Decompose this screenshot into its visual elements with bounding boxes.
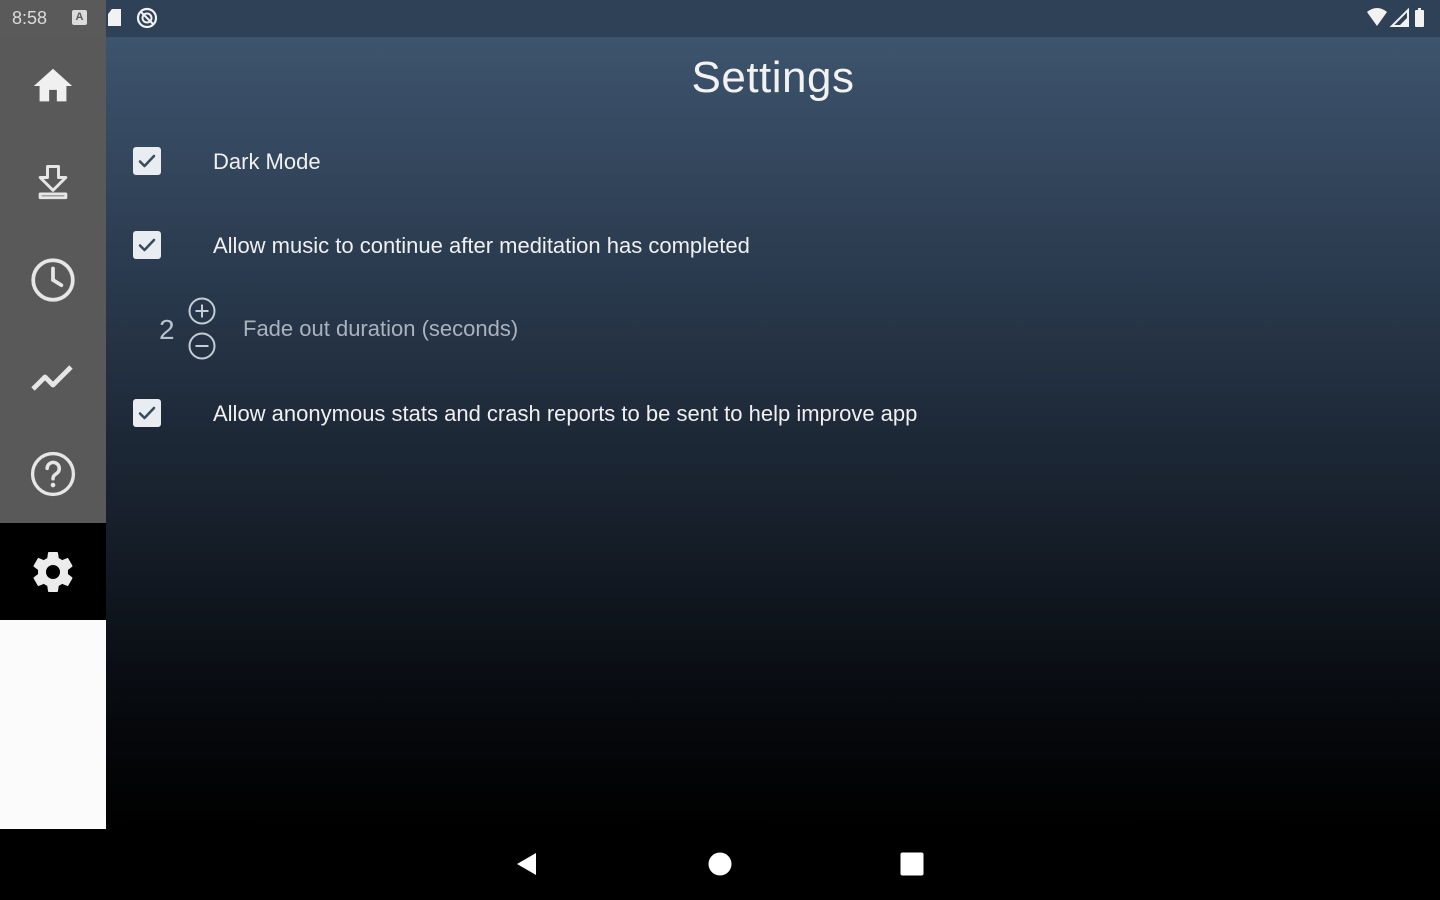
recents-icon	[900, 852, 924, 876]
decrement-button[interactable]	[187, 331, 217, 361]
home-button[interactable]	[705, 849, 735, 879]
setting-row-continue-music: Allow music to continue after meditation…	[106, 223, 1440, 267]
fade-out-value: 2	[159, 314, 175, 345]
signal-icon	[1389, 7, 1409, 27]
fade-out-label: Fade out duration (seconds)	[243, 316, 519, 341]
sidebar-item-home[interactable]	[0, 37, 106, 134]
checkmark-icon	[138, 406, 156, 420]
sidebar-item-stats[interactable]	[0, 328, 106, 425]
checkmark-icon	[138, 154, 156, 168]
clock-icon	[31, 257, 75, 302]
dark-mode-checkbox[interactable]	[133, 147, 161, 175]
dark-mode-label: Dark Mode	[213, 149, 321, 174]
checkmark-icon	[138, 238, 156, 252]
back-icon	[517, 853, 536, 875]
plus-circle-icon	[188, 297, 216, 325]
gear-icon	[33, 551, 73, 592]
data-saver-icon	[136, 7, 158, 34]
status-time: 8:58	[12, 8, 48, 28]
home-icon	[33, 68, 73, 101]
system-nav-bar	[0, 829, 1440, 900]
minus-circle-icon	[188, 332, 216, 360]
increment-button[interactable]	[187, 296, 217, 326]
page-title: Settings	[691, 53, 855, 102]
status-bar-right	[1366, 7, 1430, 34]
app-screen: 8:58 A Settings Dark Mode Allow music to…	[0, 0, 1440, 900]
battery-icon	[1415, 8, 1424, 27]
recents-button[interactable]	[897, 849, 927, 879]
sidebar-item-help[interactable]	[0, 425, 106, 522]
sidebar-item-timer[interactable]	[0, 231, 106, 328]
wifi-icon	[1367, 8, 1387, 26]
sidebar-item-downloads[interactable]	[0, 134, 106, 231]
setting-row-anonymous-stats: Allow anonymous stats and crash reports …	[106, 391, 1440, 435]
home-circle-icon	[708, 852, 732, 876]
notification-a-icon: A	[72, 10, 87, 25]
anonymous-stats-checkbox[interactable]	[133, 399, 161, 427]
help-icon	[30, 451, 76, 496]
trending-up-icon	[31, 364, 73, 391]
sd-card-icon	[108, 9, 121, 26]
sidebar-empty-area	[0, 620, 106, 829]
settings-panel: Settings Dark Mode Allow music to contin…	[106, 37, 1440, 829]
status-bar-left: 8:58 A	[0, 0, 106, 37]
sidebar	[0, 37, 106, 523]
status-bar: 8:58 A	[0, 0, 1440, 37]
sidebar-item-settings[interactable]	[0, 523, 106, 620]
continue-music-checkbox[interactable]	[133, 231, 161, 259]
setting-row-dark-mode: Dark Mode	[106, 139, 1440, 183]
anonymous-stats-label: Allow anonymous stats and crash reports …	[213, 401, 918, 426]
download-icon	[38, 164, 68, 199]
continue-music-label: Allow music to continue after meditation…	[213, 233, 750, 258]
back-button[interactable]	[512, 849, 542, 879]
